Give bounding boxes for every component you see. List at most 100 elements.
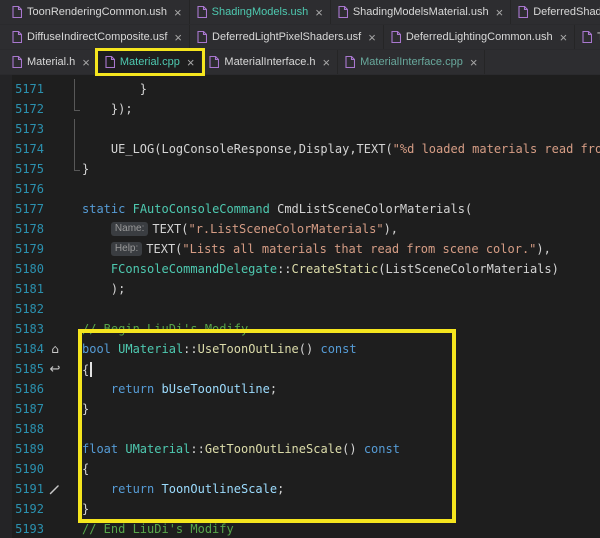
tab-DeferredShading[interactable]: DeferredShading×: [511, 0, 600, 24]
tab-close-icon[interactable]: ×: [323, 56, 331, 69]
tab-close-icon[interactable]: ×: [82, 56, 90, 69]
tab-label: DeferredShading: [533, 6, 600, 18]
line-number: 5171: [15, 82, 44, 96]
tab-label: MaterialInterface.h: [224, 56, 316, 68]
line-number: 5189: [15, 442, 44, 456]
code-line-5177[interactable]: 5177 static FAutoConsoleCommand CmdListSc…: [0, 199, 600, 219]
line-number: 5183: [15, 322, 44, 336]
line-number: 5179: [15, 242, 44, 256]
code-line-5189[interactable]: 5189 float UMaterial::GetToonOutLineScale…: [0, 439, 600, 459]
fold-margin: [66, 379, 82, 399]
fold-margin[interactable]: [66, 99, 82, 119]
line-number: 5172: [15, 102, 44, 116]
code-line-5186[interactable]: 5186 return bUseToonOutline;: [0, 379, 600, 399]
code-line-5193[interactable]: 5193// End LiuDi's Modify: [0, 519, 600, 538]
fold-margin[interactable]: [66, 79, 82, 99]
code-line-5174[interactable]: 5174 UE_LOG(LogConsoleResponse,Display,T…: [0, 139, 600, 159]
line-number: 5175: [15, 162, 44, 176]
tab-label: ShadingModelsMaterial.ush: [352, 6, 489, 18]
code-line-5178[interactable]: 5178 Name: TEXT("r.ListSceneColorMaterial…: [0, 219, 600, 239]
tab-close-icon[interactable]: ×: [470, 56, 478, 69]
code-text: FConsoleCommandDelegate::CreateStatic(Li…: [110, 262, 559, 276]
code-text: });: [82, 102, 133, 116]
code-line-5176[interactable]: 5176: [0, 179, 600, 199]
line-number: 5181: [15, 282, 44, 296]
code-line-5171[interactable]: 5171 }: [0, 79, 600, 99]
tab-close-icon[interactable]: ×: [315, 6, 323, 19]
tab-close-icon[interactable]: ×: [368, 31, 376, 44]
code-line-5183[interactable]: 5183 // Begin LiuDi's Modify: [0, 319, 600, 339]
line-number: 5191: [15, 482, 44, 496]
code-line-5184[interactable]: 5184 ⌂ bool UMaterial::UseToonOutLine() co…: [0, 339, 600, 359]
code-text: return bUseToonOutline;: [110, 382, 278, 396]
code-text: // Begin LiuDi's Modify: [82, 322, 249, 336]
fold-margin: [66, 339, 82, 359]
tab-label: Material.h: [27, 56, 76, 68]
code-text: UE_LOG(LogConsoleResponse,Display,TEXT("…: [82, 142, 600, 156]
fold-margin: [66, 279, 82, 299]
code-text: }: [82, 502, 90, 516]
line-number: 5174: [15, 142, 44, 156]
home-icon[interactable]: ⌂: [44, 342, 66, 356]
code-editor[interactable]: 5171 } 5172 }); 5173 5174 UE_LOG(LogConsole…: [0, 75, 600, 538]
code-text: bool UMaterial::UseToonOutLine() const: [82, 342, 357, 356]
line-number: 5177: [15, 202, 44, 216]
fold-marker: [74, 99, 80, 111]
fold-margin: [66, 259, 82, 279]
tab-close-icon[interactable]: ×: [496, 6, 504, 19]
file-icon: [197, 31, 208, 43]
code-line-5191[interactable]: 5191 return ToonOutlineScale;: [0, 479, 600, 499]
fold-margin[interactable]: [66, 119, 82, 139]
fold-margin: [66, 499, 82, 519]
code-line-5180[interactable]: 5180 FConsoleCommandDelegate::CreateStat…: [0, 259, 600, 279]
file-icon: [12, 56, 22, 68]
code-line-5188[interactable]: 5188: [0, 419, 600, 439]
fold-marker: [74, 139, 75, 159]
back-arrow-icon[interactable]: ↩: [44, 362, 66, 377]
tab-DiffuseIndirectComposite.usf[interactable]: DiffuseIndirectComposite.usf ×: [5, 25, 191, 49]
fold-margin[interactable]: [66, 139, 82, 159]
tab-bar: ToonRenderingCommon.ush × ShadingModels.us…: [0, 0, 600, 75]
code-line-5192[interactable]: 5192}: [0, 499, 600, 519]
line-number: 5173: [15, 122, 44, 136]
fold-margin: [66, 439, 82, 459]
code-line-5172[interactable]: 5172 });: [0, 99, 600, 119]
tab-Material.h[interactable]: Material.h ×: [5, 50, 98, 74]
code-line-5173[interactable]: 5173: [0, 119, 600, 139]
code-line-5187[interactable]: 5187}: [0, 399, 600, 419]
tab-label: DeferredLightPixelShaders.usf: [212, 31, 362, 43]
code-line-5179[interactable]: 5179 Help: TEXT("Lists all materials that…: [0, 239, 600, 259]
fold-margin[interactable]: [66, 159, 82, 179]
code-line-5181[interactable]: 5181 );: [0, 279, 600, 299]
line-number: 5192: [15, 502, 44, 516]
fold-margin: [66, 199, 82, 219]
tab-ToonRenderingCommon.ush[interactable]: ToonRenderingCommon.ush ×: [5, 0, 190, 24]
tab-close-icon[interactable]: ×: [174, 31, 182, 44]
tab-Material.cpp[interactable]: Material.cpp ×: [97, 50, 203, 74]
code-text: }: [82, 162, 90, 176]
line-number: 5178: [15, 222, 44, 236]
line-number: 5180: [15, 262, 44, 276]
tab-close-icon[interactable]: ×: [174, 6, 182, 19]
tab-ShadingModelsMaterial.ush[interactable]: ShadingModelsMaterial.ush ×: [330, 0, 512, 24]
line-number: 5188: [15, 422, 44, 436]
tab-close-icon[interactable]: ×: [560, 31, 568, 44]
tab-close-icon[interactable]: ×: [187, 56, 195, 69]
tab-DeferredLightPixelShaders.usf[interactable]: DeferredLightPixelShaders.usf ×: [190, 25, 384, 49]
tab-ShadingModels.ush[interactable]: ShadingModels.ush ×: [189, 0, 331, 24]
tab-row-3: Material.h × Material.cpp × MaterialInterfac…: [0, 50, 600, 75]
code-line-5175[interactable]: 5175}: [0, 159, 600, 179]
screwdriver-icon[interactable]: [44, 483, 66, 495]
file-icon: [12, 31, 22, 43]
code-line-5190[interactable]: 5190 {: [0, 459, 600, 479]
tab-Toon[interactable]: Toon×: [575, 25, 600, 49]
code-line-5185[interactable]: 5185 ↩ {: [0, 359, 600, 379]
tab-MaterialInterface.cpp[interactable]: MaterialInterface.cpp ×: [338, 50, 486, 74]
fold-margin: [66, 519, 82, 538]
fold-margin: [66, 299, 82, 319]
fold-margin: [66, 179, 82, 199]
tab-MaterialInterface.h[interactable]: MaterialInterface.h ×: [202, 50, 339, 74]
tab-DeferredLightingCommon.ush[interactable]: DeferredLightingCommon.ush ×: [383, 25, 576, 49]
code-line-5182[interactable]: 5182: [0, 299, 600, 319]
file-icon: [338, 6, 348, 18]
